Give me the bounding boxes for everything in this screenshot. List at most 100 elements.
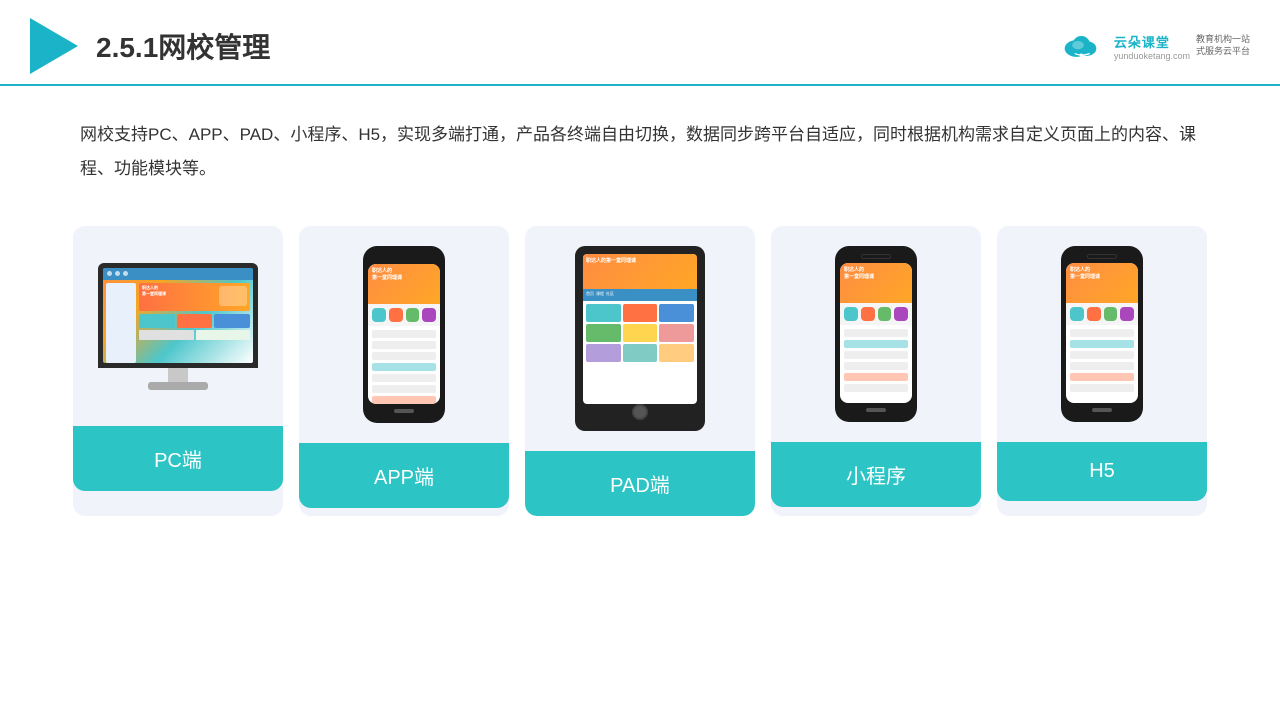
- t-card-8: [623, 344, 658, 362]
- tablet-body: 职达人的第一堂同理课 首页 课程 社区: [575, 246, 705, 431]
- mini-icon-4: [894, 307, 908, 321]
- mini-icon-2: [861, 307, 875, 321]
- miniapp-notch: [861, 254, 891, 259]
- h5-icon-3: [1104, 307, 1118, 321]
- miniapp-card: 职达人的第一堂同理课: [771, 226, 981, 516]
- mini-row-4: [844, 362, 908, 370]
- mini-row-6: [844, 384, 908, 392]
- mini-card-3: [214, 314, 250, 328]
- phone-home: [394, 409, 414, 413]
- phone-screen: 职达人的第一堂同理课: [368, 264, 440, 404]
- h5-row-5: [1070, 373, 1134, 381]
- row-item-1: [139, 330, 194, 340]
- phone-notch: [392, 254, 416, 260]
- app-card: 职达人的第一堂同理课: [299, 226, 509, 516]
- miniapp-phone: 职达人的第一堂同理课: [831, 246, 921, 422]
- pc-label: PC端: [73, 426, 283, 491]
- screen-mini-cards: [139, 314, 250, 328]
- page-title: 2.5.1网校管理: [96, 26, 270, 66]
- tablet-top-text: 职达人的第一堂同理课: [583, 254, 697, 267]
- screen-row-2: [139, 330, 250, 340]
- miniapp-image-area: 职达人的第一堂同理课: [771, 226, 981, 442]
- mini-icon-3: [878, 307, 892, 321]
- mini-row-3: [844, 351, 908, 359]
- t-card-9: [659, 344, 694, 362]
- phone-top-text: 职达人的第一堂同理课: [368, 264, 440, 286]
- t-card-1: [586, 304, 621, 322]
- h5-row-3: [1070, 351, 1134, 359]
- h5-label: H5: [997, 442, 1207, 501]
- brand-logo: 云朵课堂 yunduoketang.com 教育机构一站 式服务云平台: [1058, 30, 1250, 62]
- h5-screen: 职达人的第一堂同理课: [1066, 263, 1138, 403]
- phone-icons: [368, 304, 440, 326]
- miniapp-top-text: 职达人的第一堂同理课: [840, 263, 912, 285]
- phone-row-1: [372, 330, 436, 338]
- app-label: APP端: [299, 443, 509, 508]
- app-image-area: 职达人的第一堂同理课: [299, 226, 509, 443]
- banner-text: 职达人的第一堂同理课: [142, 285, 166, 297]
- screen-sidebar: [106, 283, 136, 363]
- mini-card-2: [177, 314, 213, 328]
- h5-image-area: 职达人的第一堂同理课: [997, 226, 1207, 442]
- screen-bar: [103, 268, 253, 280]
- app-icon-4: [422, 308, 436, 322]
- cards-container: 职达人的第一堂同理课: [0, 206, 1280, 546]
- h5-phone-body: 职达人的第一堂同理课: [1061, 246, 1143, 422]
- pc-card: 职达人的第一堂同理课: [73, 226, 283, 516]
- monitor-neck: [168, 368, 188, 382]
- t-card-5: [623, 324, 658, 342]
- mini-row-1: [844, 329, 908, 337]
- description-paragraph: 网校支持PC、APP、PAD、小程序、H5，实现多端打通，产品各终端自由切换，数…: [80, 118, 1200, 186]
- monitor-bezel: 职达人的第一堂同理课: [98, 263, 258, 368]
- t-card-2: [623, 304, 658, 322]
- h5-row-1: [1070, 329, 1134, 337]
- miniapp-home: [866, 408, 886, 412]
- brand-name: 云朵课堂: [1114, 32, 1190, 51]
- screen-dot-1: [107, 271, 112, 276]
- mini-row-2: [844, 340, 908, 348]
- mini-card-1: [139, 314, 175, 328]
- phone-row-4: [372, 363, 436, 371]
- h5-row-2: [1070, 340, 1134, 348]
- pad-image-area: 职达人的第一堂同理课 首页 课程 社区: [525, 226, 755, 451]
- miniapp-top: 职达人的第一堂同理课: [840, 263, 912, 303]
- pad-tablet: 职达人的第一堂同理课 首页 课程 社区: [575, 246, 705, 431]
- header-left: 2.5.1网校管理: [30, 18, 270, 74]
- tablet-top: 职达人的第一堂同理课: [583, 254, 697, 289]
- miniapp-label: 小程序: [771, 442, 981, 507]
- brand-icon-group: 云朵课堂 yunduoketang.com 教育机构一站 式服务云平台: [1058, 30, 1250, 62]
- miniapp-content: [840, 325, 912, 399]
- h5-top-text: 职达人的第一堂同理课: [1066, 263, 1138, 285]
- t-card-4: [586, 324, 621, 342]
- h5-icon-4: [1120, 307, 1134, 321]
- h5-icon-2: [1087, 307, 1101, 321]
- tablet-home: [632, 404, 648, 420]
- miniapp-icons: [840, 303, 912, 325]
- app-phone: 职达人的第一堂同理课: [359, 246, 449, 423]
- pc-image-area: 职达人的第一堂同理课: [73, 226, 283, 426]
- miniapp-phone-body: 职达人的第一堂同理课: [835, 246, 917, 422]
- tablet-screen: 职达人的第一堂同理课 首页 课程 社区: [583, 254, 697, 404]
- h5-icon-1: [1070, 307, 1084, 321]
- h5-icons: [1066, 303, 1138, 325]
- brand-tagline-line2: 式服务云平台: [1196, 46, 1250, 58]
- pad-card: 职达人的第一堂同理课 首页 课程 社区: [525, 226, 755, 516]
- h5-phone: 职达人的第一堂同理课: [1057, 246, 1147, 422]
- h5-home: [1092, 408, 1112, 412]
- play-icon: [30, 18, 78, 74]
- monitor-base: [148, 382, 208, 390]
- pad-label: PAD端: [525, 451, 755, 516]
- description-text: 网校支持PC、APP、PAD、小程序、H5，实现多端打通，产品各终端自由切换，数…: [0, 86, 1280, 206]
- brand-tagline-line1: 教育机构一站: [1196, 34, 1250, 46]
- screen-banner: 职达人的第一堂同理课: [139, 283, 250, 311]
- cloud-logo-svg: [1058, 30, 1108, 62]
- t-card-3: [659, 304, 694, 322]
- header: 2.5.1网校管理 云朵课堂 yunduoketang.com 教育机构一站 式…: [0, 0, 1280, 86]
- tablet-grid: [583, 301, 697, 365]
- app-icon-2: [389, 308, 403, 322]
- nav-item-3: 社区: [606, 291, 614, 299]
- screen-dot-3: [123, 271, 128, 276]
- t-card-7: [586, 344, 621, 362]
- row-item-2: [196, 330, 251, 340]
- phone-body: 职达人的第一堂同理课: [363, 246, 445, 423]
